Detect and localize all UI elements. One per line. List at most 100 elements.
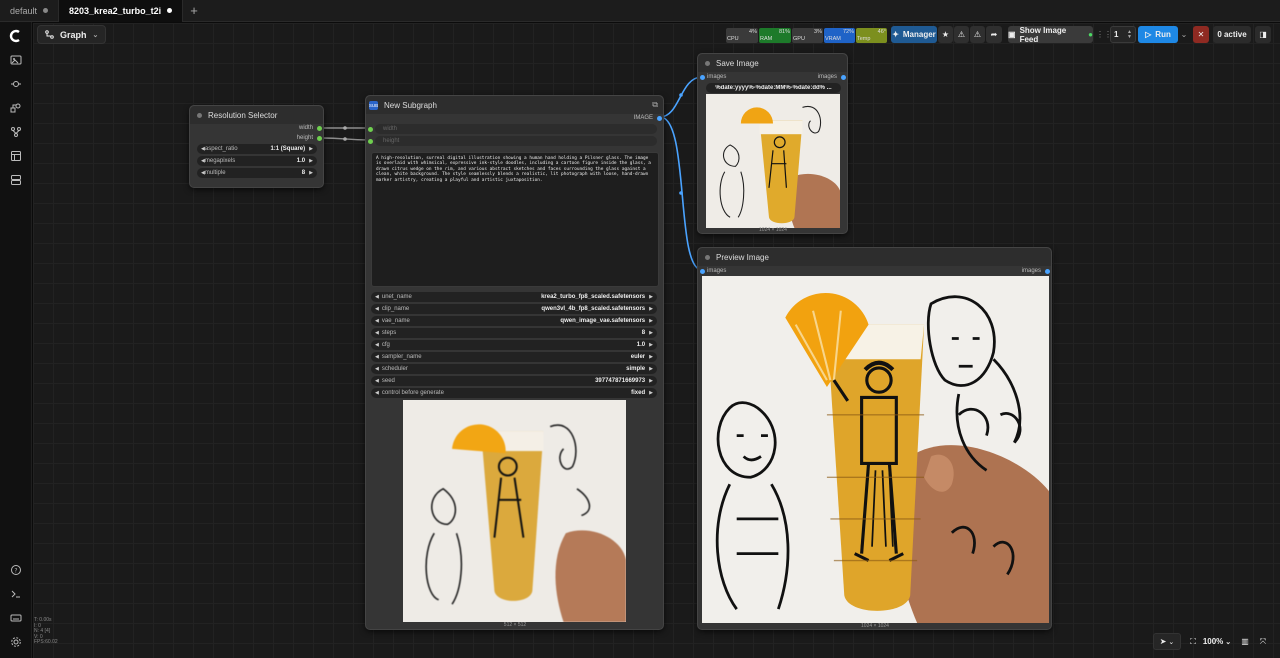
drag-handle-icon[interactable]: ⋮⋮: [1096, 26, 1112, 43]
run-button[interactable]: ▷ Run: [1138, 26, 1178, 43]
decrement-arrow-icon[interactable]: ◀: [375, 366, 379, 372]
active-jobs-indicator[interactable]: 0 active: [1213, 26, 1251, 43]
subgraph-widget-scheduler[interactable]: ◀ scheduler simple ▶: [371, 364, 657, 374]
select-mode-button[interactable]: ➤ ⌄: [1153, 633, 1181, 650]
graph-icon: [45, 30, 54, 39]
decrement-arrow-icon[interactable]: ◀: [375, 378, 379, 384]
share-icon[interactable]: ➦: [986, 26, 1002, 43]
aspect-ratio-widget[interactable]: ◀ aspect_ratio 1:1 (Square) ▶: [197, 144, 317, 154]
node-title-bar[interactable]: Resolution Selector: [190, 106, 323, 124]
zoom-control[interactable]: 100% ⌄: [1202, 633, 1232, 650]
meter-value: 4%: [749, 29, 757, 35]
meter-name: CPU: [727, 36, 739, 42]
subgraph-widget-clip_name[interactable]: ◀ clip_name qwen3vl_4b_fp8_scaled.safetens…: [371, 304, 657, 314]
increment-arrow-icon[interactable]: ▶: [649, 330, 653, 336]
subgraph-widget-unet_name[interactable]: ◀ unet_name krea2_turbo_fp8_scaled.safeten…: [371, 292, 657, 302]
node-title-bar[interactable]: Save Image: [698, 54, 847, 72]
panel-toggle-icon[interactable]: ◨: [1255, 26, 1271, 43]
stepper-arrows-icon[interactable]: ▲ ▼: [1127, 29, 1132, 40]
graph-label: Graph: [60, 29, 87, 40]
subgraph-widget-control-before-generate[interactable]: ◀ control before generate fixed ▶: [371, 388, 657, 398]
pointer-icon: ➤: [1159, 637, 1167, 646]
minimap-icon[interactable]: ▥: [1238, 633, 1252, 650]
decrement-arrow-icon[interactable]: ◀: [375, 330, 379, 336]
node-title-bar[interactable]: SUB New Subgraph ⧉: [366, 96, 663, 114]
resolution-selector-node[interactable]: Resolution Selector width height ◀ aspec…: [189, 105, 324, 188]
decrement-arrow-icon[interactable]: ◀: [375, 342, 379, 348]
multiple-widget[interactable]: ◀ multiple 8 ▶: [197, 168, 317, 178]
temp-meter: Temp 46°: [856, 27, 887, 43]
widget-value: 1:1 (Square): [270, 146, 306, 152]
subgraph-badge-icon: SUB: [368, 100, 379, 110]
graph-mode-button[interactable]: Graph ⌄: [37, 25, 107, 44]
increment-arrow-icon[interactable]: ▶: [309, 146, 313, 152]
output-height-slot[interactable]: [317, 136, 322, 141]
increment-arrow-icon[interactable]: ▶: [649, 378, 653, 384]
input-images-slot[interactable]: [700, 75, 705, 80]
increment-arrow-icon[interactable]: ▶: [649, 294, 653, 300]
widget-name: multiple: [204, 170, 226, 176]
collapse-dot-icon[interactable]: [705, 254, 710, 260]
open-subgraph-icon[interactable]: ⧉: [652, 100, 658, 110]
preview-image-size: 1024 × 1024: [861, 623, 889, 629]
output-images-slot[interactable]: [1045, 269, 1050, 274]
input-images-slot[interactable]: [700, 269, 705, 274]
manager-button[interactable]: ✦ Manager: [891, 26, 937, 43]
increment-arrow-icon[interactable]: ▶: [309, 158, 313, 164]
decrement-arrow-icon[interactable]: ◀: [375, 294, 379, 300]
output-width-slot[interactable]: [317, 126, 322, 131]
fit-view-icon[interactable]: ⛶: [1186, 633, 1200, 650]
input-width-slot[interactable]: [368, 127, 373, 132]
decrement-arrow-icon[interactable]: ◀: [375, 390, 379, 396]
preview-image: [702, 276, 1049, 623]
widget-name: width: [383, 126, 398, 132]
increment-arrow-icon[interactable]: ▶: [649, 318, 653, 324]
prompt-textarea[interactable]: A high-resolution, surreal digital illus…: [371, 152, 659, 287]
batch-count-value: 1: [1114, 30, 1119, 39]
increment-arrow-icon[interactable]: ▶: [309, 170, 313, 176]
cancel-x-icon[interactable]: ✕: [1193, 26, 1209, 43]
meter-name: Temp: [857, 36, 871, 42]
decrement-arrow-icon[interactable]: ◀: [375, 354, 379, 360]
subgraph-widget-vae_name[interactable]: ◀ vae_name qwen_image_vae.safetensors ▶: [371, 316, 657, 326]
widget-value: euler: [630, 354, 646, 360]
subgraph-widget-seed[interactable]: ◀ seed 397747871669973 ▶: [371, 376, 657, 386]
meter-value: 3%: [814, 29, 822, 35]
widget-value: qwen3vl_4b_fp8_scaled.safetensors: [541, 306, 646, 312]
height-input-widget[interactable]: height: [375, 136, 657, 146]
run-options-chevron-icon[interactable]: ⌄: [1179, 26, 1189, 43]
collapse-dot-icon[interactable]: [705, 60, 710, 66]
subgraph-widget-steps[interactable]: ◀ steps 8 ▶: [371, 328, 657, 338]
meter-value: 81%: [778, 29, 790, 35]
warning-icon[interactable]: ⚠: [954, 26, 969, 43]
puzzle-icon: ✦: [892, 30, 899, 39]
node-title-bar[interactable]: Preview Image: [698, 248, 1051, 266]
alert-icon[interactable]: ⚠: [970, 26, 985, 43]
widget-value: 1.0: [296, 158, 306, 164]
subgraph-widget-sampler_name[interactable]: ◀ sampler_name euler ▶: [371, 352, 657, 362]
output-images-slot[interactable]: [841, 75, 846, 80]
input-height-slot[interactable]: [368, 139, 373, 144]
increment-arrow-icon[interactable]: ▶: [649, 390, 653, 396]
collapse-dot-icon[interactable]: [197, 112, 202, 118]
link-visibility-icon[interactable]: ⤧: [1256, 633, 1270, 650]
batch-count-stepper[interactable]: 1 ▲ ▼: [1110, 26, 1136, 43]
widget-value: qwen_image_vae.safetensors: [560, 318, 646, 324]
increment-arrow-icon[interactable]: ▶: [649, 366, 653, 372]
star-icon[interactable]: ★: [938, 26, 953, 43]
increment-arrow-icon[interactable]: ▶: [649, 342, 653, 348]
decrement-arrow-icon[interactable]: ◀: [375, 306, 379, 312]
filename-prefix-widget[interactable]: %date:yyyy%-%date:MM%-%date:dd% ...: [706, 83, 841, 93]
decrement-arrow-icon[interactable]: ◀: [375, 318, 379, 324]
widget-name: cfg: [381, 342, 390, 348]
widget-value: %date:yyyy%-%date:MM%-%date:dd% ...: [715, 85, 832, 91]
show-image-feed-button[interactable]: ▣ Show Image Feed ●: [1008, 26, 1093, 44]
active-label: 0 active: [1217, 30, 1247, 39]
increment-arrow-icon[interactable]: ▶: [649, 306, 653, 312]
width-input-widget[interactable]: width: [375, 124, 657, 134]
subgraph-widget-cfg[interactable]: ◀ cfg 1.0 ▶: [371, 340, 657, 350]
megapixels-widget[interactable]: ◀ megapixels 1.0 ▶: [197, 156, 317, 166]
output-image-slot[interactable]: [657, 116, 662, 121]
widget-value: 8: [301, 170, 306, 176]
increment-arrow-icon[interactable]: ▶: [649, 354, 653, 360]
